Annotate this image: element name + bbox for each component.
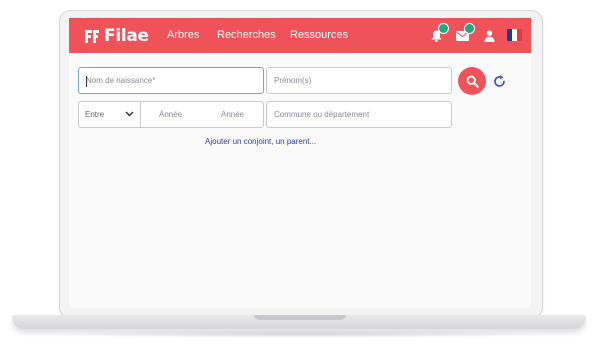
date-mode-select[interactable]: Entre — [79, 102, 141, 127]
nav-link-arbres[interactable]: Arbres — [167, 29, 199, 41]
top-navbar: Filae Arbres Recherches Ressources — [69, 18, 531, 53]
reset-icon — [493, 74, 505, 87]
nav-link-ressources[interactable]: Ressources — [290, 29, 348, 41]
place-input[interactable] — [267, 102, 451, 127]
text-cursor — [86, 76, 87, 87]
chevron-down-icon — [125, 111, 134, 117]
add-relative-link[interactable]: Ajouter un conjoint, un parent... — [205, 137, 316, 146]
date-range-group: Entre Année Année — [78, 101, 264, 128]
message-badge — [464, 23, 475, 34]
search-button[interactable] — [458, 67, 486, 95]
laptop-notch — [254, 315, 346, 320]
notification-badge — [438, 23, 449, 34]
lastname-input[interactable] — [79, 68, 263, 93]
lastname-field[interactable] — [78, 67, 264, 94]
nav-link-recherches[interactable]: Recherches — [217, 29, 276, 41]
place-field[interactable] — [266, 101, 452, 128]
flag-fr-icon[interactable] — [507, 29, 522, 41]
filae-logo[interactable]: Filae — [83, 25, 149, 47]
date-mode-value: Entre — [85, 110, 105, 119]
reset-button[interactable] — [490, 72, 508, 90]
firstname-field[interactable] — [266, 67, 452, 94]
firstname-input[interactable] — [267, 68, 451, 93]
filae-logo-icon — [85, 30, 99, 43]
laptop-shadow — [40, 330, 560, 338]
year-from-input[interactable]: Année — [159, 110, 182, 119]
search-icon — [466, 75, 479, 88]
laptop-screen: Filae Arbres Recherches Ressources Nom d… — [69, 18, 531, 308]
year-to-input[interactable]: Année — [221, 110, 244, 119]
logo-text: Filae — [104, 26, 149, 46]
user-icon[interactable] — [484, 30, 495, 42]
